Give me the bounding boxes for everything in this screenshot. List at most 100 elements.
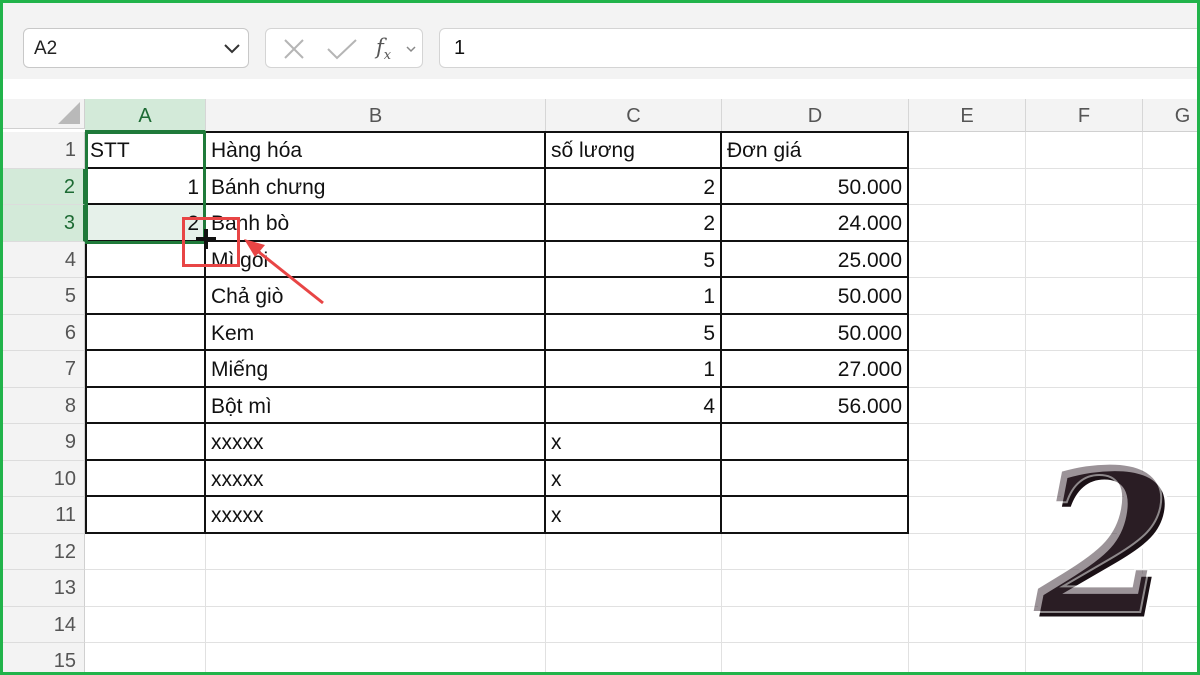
cell-c3[interactable]: 2 [546,205,722,242]
cell-d3[interactable]: 24.000 [722,205,909,242]
cell-a12[interactable] [85,533,206,570]
cell-f1[interactable] [1026,132,1143,169]
row-header-13[interactable]: 13 [3,570,85,607]
chevron-down-icon[interactable] [406,45,416,53]
cell-g5[interactable] [1143,278,1197,315]
cell-a13[interactable] [85,570,206,607]
cell-b15[interactable] [206,643,546,672]
cell-d5[interactable]: 50.000 [722,278,909,315]
row-header-9[interactable]: 9 [3,424,85,461]
cell-f3[interactable] [1026,205,1143,242]
column-header-e[interactable]: E [909,99,1026,132]
cancel-x-icon[interactable] [282,37,306,61]
cell-d9[interactable] [722,424,909,461]
cell-a9[interactable] [85,424,206,461]
row-header-8[interactable]: 8 [3,387,85,424]
cell-a11[interactable] [85,497,206,534]
cell-d2[interactable]: 50.000 [722,168,909,205]
cell-d10[interactable] [722,460,909,497]
cell-c7[interactable]: 1 [546,351,722,388]
cell-e1[interactable] [909,132,1026,169]
cell-e8[interactable] [909,387,1026,424]
enter-check-icon[interactable] [326,37,358,61]
cell-b7[interactable]: Miếng [206,351,546,388]
cell-c10[interactable]: x [546,460,722,497]
cell-c8[interactable]: 4 [546,387,722,424]
cell-d13[interactable] [722,570,909,607]
cell-c6[interactable]: 5 [546,314,722,351]
cell-f9[interactable] [1026,424,1143,461]
cell-c14[interactable] [546,606,722,643]
cell-e9[interactable] [909,424,1026,461]
row-header-10[interactable]: 10 [3,460,85,497]
cell-c15[interactable] [546,643,722,672]
cell-d11[interactable] [722,497,909,534]
name-box[interactable]: A2 [23,28,249,68]
cell-f2[interactable] [1026,168,1143,205]
cell-e13[interactable] [909,570,1026,607]
cell-e2[interactable] [909,168,1026,205]
cell-d12[interactable] [722,533,909,570]
cell-a8[interactable] [85,387,206,424]
cell-b9[interactable]: xxxxx [206,424,546,461]
cell-c9[interactable]: x [546,424,722,461]
cell-d6[interactable]: 50.000 [722,314,909,351]
cell-g8[interactable] [1143,388,1197,424]
column-header-d[interactable]: D [722,99,909,132]
cell-d14[interactable] [722,606,909,643]
cell-b12[interactable] [206,533,546,570]
cell-e5[interactable] [909,278,1026,315]
cell-a15[interactable] [85,643,206,672]
cell-c5[interactable]: 1 [546,278,722,315]
cell-g7[interactable] [1143,351,1197,388]
cell-d1[interactable]: Đơn giá [722,132,909,169]
cell-c1[interactable]: số lương [546,132,722,169]
cell-c12[interactable] [546,533,722,570]
cell-c11[interactable]: x [546,497,722,534]
cell-f5[interactable] [1026,278,1143,315]
cell-a7[interactable] [85,351,206,388]
cell-b10[interactable]: xxxxx [206,460,546,497]
cell-c13[interactable] [546,570,722,607]
column-header-f[interactable]: F [1026,99,1143,132]
cell-d15[interactable] [722,643,909,672]
cell-d7[interactable]: 27.000 [722,351,909,388]
formula-input[interactable]: 1 [439,28,1197,68]
cell-g3[interactable] [1143,205,1197,242]
cell-e4[interactable] [909,241,1026,278]
cell-b13[interactable] [206,570,546,607]
row-header-14[interactable]: 14 [3,606,85,643]
cell-f8[interactable] [1026,387,1143,424]
column-header-c[interactable]: C [546,99,722,132]
cell-a10[interactable] [85,460,206,497]
function-fx-icon[interactable]: fx [376,35,391,63]
cell-a14[interactable] [85,606,206,643]
cell-f4[interactable] [1026,241,1143,278]
cell-e11[interactable] [909,497,1026,534]
cell-f7[interactable] [1026,351,1143,388]
cell-g9[interactable] [1143,424,1197,461]
row-header-15[interactable]: 15 [3,643,85,672]
cell-e3[interactable] [909,205,1026,242]
row-header-11[interactable]: 11 [3,497,85,534]
cell-b14[interactable] [206,606,546,643]
cell-d4[interactable]: 25.000 [722,241,909,278]
cell-e12[interactable] [909,533,1026,570]
cell-e7[interactable] [909,351,1026,388]
cell-e15[interactable] [909,643,1026,672]
cell-c4[interactable]: 5 [546,241,722,278]
cell-d8[interactable]: 56.000 [722,387,909,424]
cell-c2[interactable]: 2 [546,168,722,205]
cell-b8[interactable]: Bột mì [206,387,546,424]
row-header-7[interactable]: 7 [3,351,85,388]
cell-e6[interactable] [909,314,1026,351]
cell-e10[interactable] [909,460,1026,497]
cell-g1[interactable] [1143,132,1197,169]
row-header-12[interactable]: 12 [3,533,85,570]
column-header-g[interactable]: G [1143,99,1197,132]
cell-g4[interactable] [1143,242,1197,278]
cell-f6[interactable] [1026,314,1143,351]
cell-e14[interactable] [909,606,1026,643]
chevron-down-icon[interactable] [222,40,242,58]
cell-g2[interactable] [1143,169,1197,205]
